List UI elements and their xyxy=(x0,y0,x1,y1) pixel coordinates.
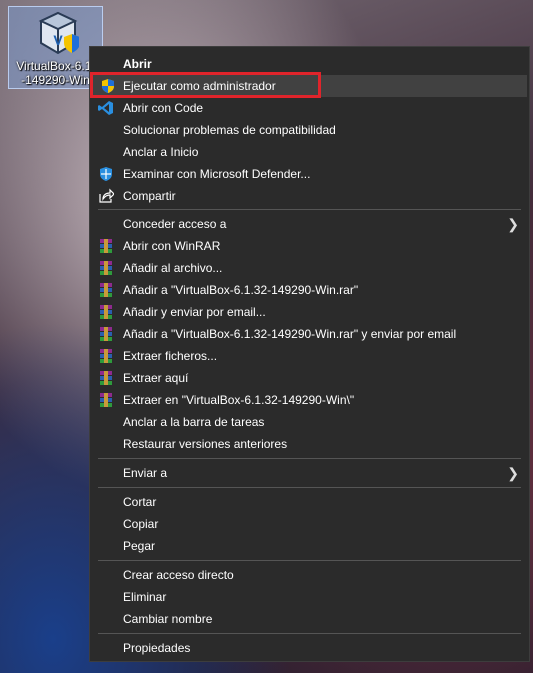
menu-item-examinar-defender[interactable]: Examinar con Microsoft Defender... xyxy=(90,163,529,185)
menu-item-abrir-con-winrar[interactable]: Abrir con WinRAR xyxy=(90,235,529,257)
menu-item-cambiar-nombre[interactable]: Cambiar nombre xyxy=(90,608,529,630)
svg-text:V: V xyxy=(53,32,63,48)
menu-item-anadir-y-enviar[interactable]: Añadir y enviar por email... xyxy=(90,301,529,323)
menu-item-propiedades[interactable]: Propiedades xyxy=(90,637,529,659)
winrar-icon xyxy=(100,327,112,341)
menu-separator xyxy=(98,458,521,459)
menu-item-extraer-aqui[interactable]: Extraer aquí xyxy=(90,367,529,389)
winrar-icon xyxy=(100,349,112,363)
menu-item-label: Cortar xyxy=(123,495,157,509)
menu-item-eliminar[interactable]: Eliminar xyxy=(90,586,529,608)
menu-item-label: Pegar xyxy=(123,539,156,553)
menu-item-label: Añadir y enviar por email... xyxy=(123,305,266,319)
winrar-icon xyxy=(100,393,112,407)
virtualbox-icon: V xyxy=(38,11,79,55)
winrar-icon xyxy=(100,371,112,385)
menu-item-abrir-con-code[interactable]: Abrir con Code xyxy=(90,97,529,119)
menu-item-restaurar-versiones[interactable]: Restaurar versiones anteriores xyxy=(90,433,529,455)
menu-item-label: Conceder acceso a xyxy=(123,217,227,231)
menu-item-label: Añadir al archivo... xyxy=(123,261,223,275)
menu-item-solucionar-problemas[interactable]: Solucionar problemas de compatibilidad xyxy=(90,119,529,141)
menu-item-label: Compartir xyxy=(123,189,176,203)
menu-item-label: Restaurar versiones anteriores xyxy=(123,437,288,451)
menu-item-enviar-a[interactable]: Enviar a ❯ xyxy=(90,462,529,484)
menu-item-label: Eliminar xyxy=(123,590,167,604)
menu-item-copiar[interactable]: Copiar xyxy=(90,513,529,535)
chevron-right-icon: ❯ xyxy=(507,465,519,481)
menu-item-label: Abrir xyxy=(123,57,152,71)
menu-item-label: Añadir a "VirtualBox-6.1.32-149290-Win.r… xyxy=(123,283,359,297)
chevron-right-icon: ❯ xyxy=(507,216,519,232)
highlight-box xyxy=(90,72,321,98)
menu-item-label: Crear acceso directo xyxy=(123,568,234,582)
menu-item-anclar-barra-tareas[interactable]: Anclar a la barra de tareas xyxy=(90,411,529,433)
menu-item-anadir-a-rar[interactable]: Añadir a "VirtualBox-6.1.32-149290-Win.r… xyxy=(90,279,529,301)
menu-item-extraer-en[interactable]: Extraer en "VirtualBox-6.1.32-149290-Win… xyxy=(90,389,529,411)
menu-item-conceder-acceso[interactable]: Conceder acceso a ❯ xyxy=(90,213,529,235)
context-menu: Abrir Ejecutar como administrador Abrir … xyxy=(89,46,530,662)
menu-item-anclar-a-inicio[interactable]: Anclar a Inicio xyxy=(90,141,529,163)
menu-item-crear-acceso-directo[interactable]: Crear acceso directo xyxy=(90,564,529,586)
menu-item-label: Anclar a la barra de tareas xyxy=(123,415,265,429)
menu-item-extraer-ficheros[interactable]: Extraer ficheros... xyxy=(90,345,529,367)
menu-item-label: Extraer aquí xyxy=(123,371,189,385)
vscode-icon xyxy=(98,101,113,115)
menu-item-compartir[interactable]: Compartir xyxy=(90,185,529,207)
menu-item-cortar[interactable]: Cortar xyxy=(90,491,529,513)
winrar-icon xyxy=(100,305,112,319)
menu-item-label: Examinar con Microsoft Defender... xyxy=(123,167,311,181)
menu-item-label: Anclar a Inicio xyxy=(123,145,199,159)
menu-item-label: Enviar a xyxy=(123,466,168,480)
winrar-icon xyxy=(100,261,112,275)
menu-item-label: Solucionar problemas de compatibilidad xyxy=(123,123,336,137)
menu-item-label: Abrir con Code xyxy=(123,101,204,115)
defender-shield-icon xyxy=(100,167,112,181)
menu-item-pegar[interactable]: Pegar xyxy=(90,535,529,557)
menu-separator xyxy=(98,633,521,634)
menu-item-label: Extraer ficheros... xyxy=(123,349,218,363)
menu-item-anadir-a-rar-y-enviar[interactable]: Añadir a "VirtualBox-6.1.32-149290-Win.r… xyxy=(90,323,529,345)
menu-separator xyxy=(98,209,521,210)
menu-item-label: Cambiar nombre xyxy=(123,612,213,626)
menu-item-label: Extraer en "VirtualBox-6.1.32-149290-Win… xyxy=(123,393,355,407)
menu-separator xyxy=(98,560,521,561)
menu-item-label: Añadir a "VirtualBox-6.1.32-149290-Win.r… xyxy=(123,327,457,341)
menu-item-label: Copiar xyxy=(123,517,159,531)
menu-item-label: Abrir con WinRAR xyxy=(123,239,221,253)
menu-separator xyxy=(98,487,521,488)
menu-item-label: Propiedades xyxy=(123,641,191,655)
share-icon xyxy=(99,188,114,203)
winrar-icon xyxy=(100,283,112,297)
menu-item-anadir-al-archivo[interactable]: Añadir al archivo... xyxy=(90,257,529,279)
winrar-icon xyxy=(100,239,112,253)
